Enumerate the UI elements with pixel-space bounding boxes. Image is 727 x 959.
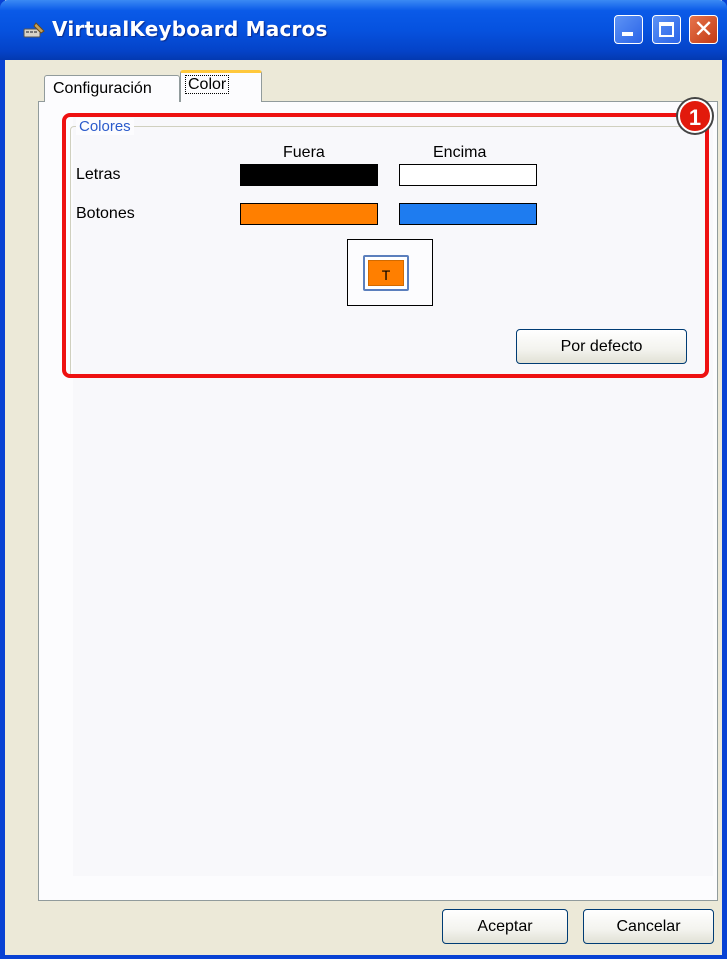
app-icon (23, 22, 45, 38)
close-icon: ✕ (693, 15, 714, 43)
title-bar[interactable]: VirtualKeyboard Macros ✕ (0, 0, 727, 60)
minimize-button[interactable] (614, 15, 643, 44)
annotation-highlight-box (62, 113, 709, 378)
tab-color-label: Color (185, 75, 230, 94)
close-button[interactable]: ✕ (689, 15, 718, 44)
annotation-badge: 1 (678, 99, 712, 133)
maximize-button[interactable] (652, 15, 681, 44)
aceptar-button[interactable]: Aceptar (442, 909, 568, 944)
tab-color[interactable]: Color (180, 70, 262, 102)
minimize-icon (622, 32, 633, 36)
maximize-icon (659, 22, 674, 37)
cancelar-button[interactable]: Cancelar (583, 909, 714, 944)
tab-configuracion[interactable]: Configuración (44, 75, 180, 102)
window-title: VirtualKeyboard Macros (52, 17, 328, 41)
tab-configuracion-label: Configuración (53, 80, 152, 97)
